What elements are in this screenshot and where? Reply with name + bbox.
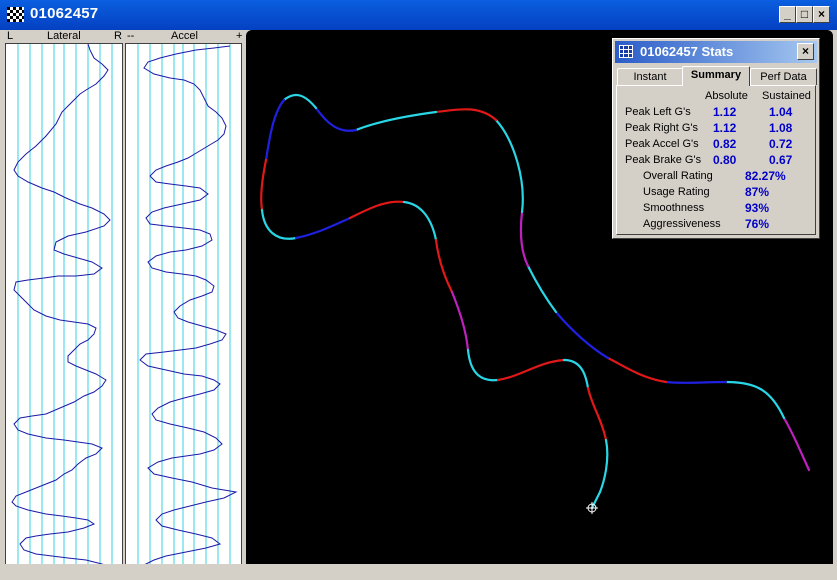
peak-accel-label: Peak Accel G's — [625, 138, 699, 150]
accel-title: Accel — [171, 30, 198, 42]
window-title: 01062457 — [30, 5, 99, 22]
peak-brake-label: Peak Brake G's — [625, 154, 702, 166]
peak-brake-absolute: 0.80 — [713, 153, 737, 167]
accel-chart-svg — [137, 44, 238, 572]
stats-close-button[interactable]: × — [797, 43, 814, 60]
aggressiveness-label: Aggressiveness — [643, 218, 721, 230]
window-titlebar[interactable]: 01062457 _ □ × — [0, 0, 837, 30]
stats-window[interactable]: 01062457 Stats × Instant Summary Perf Da… — [612, 38, 820, 239]
usage-rating-value: 87% — [745, 185, 770, 199]
lateral-strip-chart[interactable] — [5, 43, 123, 573]
peak-right-label: Peak Right G's — [625, 122, 699, 134]
smoothness-label: Smoothness — [643, 202, 705, 214]
checkered-flag-icon — [7, 7, 24, 22]
overall-rating-label: Overall Rating — [643, 170, 713, 182]
accel-right-label: + — [236, 30, 243, 42]
accel-strip-chart[interactable] — [125, 43, 242, 573]
accel-left-label: -- — [127, 30, 135, 42]
peak-right-absolute: 1.12 — [713, 121, 737, 135]
peak-right-sustained: 1.08 — [769, 121, 793, 135]
lateral-trace — [11, 44, 121, 572]
grid-window-icon — [619, 45, 633, 58]
peak-left-sustained: 1.04 — [769, 105, 793, 119]
lateral-left-label: L — [7, 30, 14, 42]
aggressiveness-value: 76% — [745, 217, 770, 231]
smoothness-value: 93% — [745, 201, 770, 215]
peak-left-absolute: 1.12 — [713, 105, 737, 119]
crosshair-circle-icon — [586, 502, 598, 514]
peak-brake-sustained: 0.67 — [769, 153, 793, 167]
maximize-button[interactable]: □ — [796, 6, 813, 23]
minimize-button[interactable]: _ — [779, 6, 796, 23]
tab-perf-data[interactable]: Perf Data — [750, 68, 817, 85]
stats-title: 01062457 Stats — [640, 44, 734, 59]
lateral-title: Lateral — [47, 30, 81, 42]
stats-titlebar[interactable]: 01062457 Stats × — [615, 41, 817, 63]
col-absolute-header: Absolute — [705, 90, 748, 102]
peak-left-label: Peak Left G's — [625, 106, 691, 118]
peak-accel-sustained: 0.72 — [769, 137, 793, 151]
tab-instant[interactable]: Instant — [617, 68, 683, 85]
lateral-chart-svg — [11, 44, 121, 572]
summary-panel: Absolute Sustained Peak Left G's 1.12 1.… — [616, 85, 816, 235]
peak-accel-absolute: 0.82 — [713, 137, 737, 151]
usage-rating-label: Usage Rating — [643, 186, 710, 198]
close-button[interactable]: × — [813, 6, 830, 23]
overall-rating-value: 82.27% — [745, 169, 786, 183]
col-sustained-header: Sustained — [762, 90, 811, 102]
lateral-right-label: R — [114, 30, 122, 42]
tab-summary[interactable]: Summary — [682, 66, 750, 86]
accel-trace — [139, 45, 238, 572]
accel-gridlines — [137, 44, 231, 572]
horizontal-scrollbar[interactable] — [3, 564, 834, 577]
